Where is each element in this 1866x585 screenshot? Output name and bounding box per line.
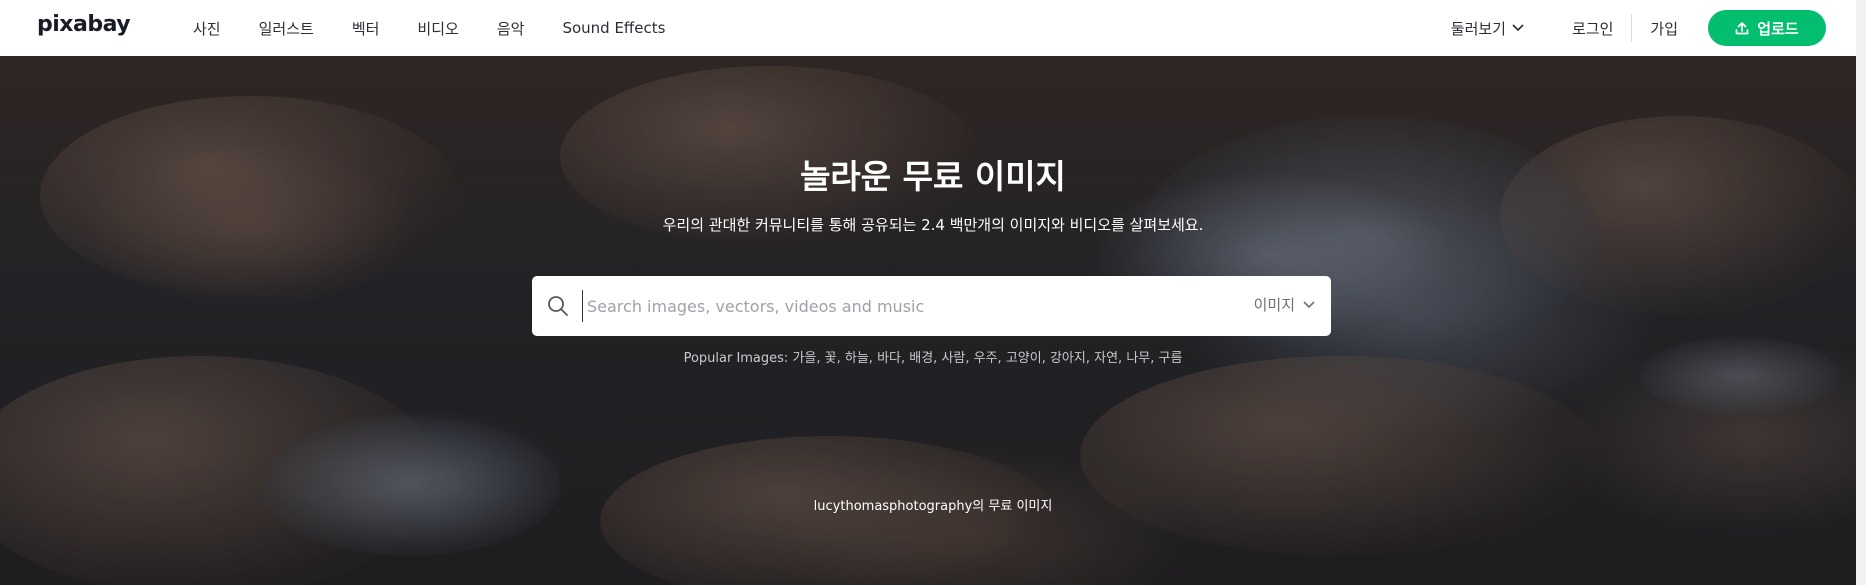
search-type-dropdown[interactable]: 이미지 [1254,294,1315,315]
pixabay-logo[interactable]: pixabay [37,12,131,37]
page-scrollbar[interactable] [1856,0,1866,585]
nav-illustrations[interactable]: 일러스트 [259,18,314,39]
login-link[interactable]: 로그인 [1572,18,1613,39]
explore-label: 둘러보기 [1450,19,1506,38]
nav-music[interactable]: 음악 [497,18,525,39]
popular-tag[interactable]: 바다 [877,351,901,366]
account-nav: 둘러보기 로그인 가입 업로드 [1451,0,1866,56]
upload-label: 업로드 [1757,19,1799,38]
hero-title: 놀라운 무료 이미지 [800,157,1066,196]
upload-button[interactable]: 업로드 [1708,10,1826,46]
image-credit[interactable]: lucythomasphotography의 무료 이미지 [0,495,1866,514]
main-nav: 사진 일러스트 벡터 비디오 음악 Sound Effects [193,0,703,56]
top-header: pixabay 사진 일러스트 벡터 비디오 음악 Sound Effects … [0,0,1866,56]
hero-subtitle: 우리의 관대한 커뮤니티를 통해 공유되는 2.4 백만개의 이미지와 비디오를… [662,216,1204,234]
nav-photos[interactable]: 사진 [193,18,221,39]
popular-tag[interactable]: 구름 [1159,351,1183,366]
signup-link[interactable]: 가입 [1650,18,1678,39]
popular-tag[interactable]: 자연 [1094,351,1118,366]
popular-tag[interactable]: 우주 [974,351,998,366]
nav-videos[interactable]: 비디오 [417,18,458,39]
chevron-down-icon [1512,24,1524,32]
popular-tag[interactable]: 하늘 [845,351,869,366]
popular-tag[interactable]: 강아지 [1050,351,1086,366]
nav-vectors[interactable]: 벡터 [352,18,380,39]
popular-tag[interactable]: 사람 [941,351,965,366]
search-bar: 이미지 [532,276,1331,336]
chevron-down-icon [1303,300,1315,308]
upload-icon [1735,22,1749,35]
popular-images: Popular Images: 가을, 꽃, 하늘, 바다, 배경, 사람, 우… [683,351,1183,366]
nav-divider [1631,14,1633,42]
popular-tag[interactable]: 배경 [909,351,933,366]
search-input[interactable] [582,290,1202,322]
popular-tag[interactable]: 고양이 [1006,351,1042,366]
popular-label: Popular Images: [683,351,789,366]
popular-tag[interactable]: 가을 [792,351,816,366]
nav-sound-effects[interactable]: Sound Effects [562,19,665,37]
search-type-label: 이미지 [1253,296,1295,314]
popular-tag[interactable]: 나무 [1126,351,1150,366]
popular-tag[interactable]: 꽃 [825,351,837,366]
explore-dropdown[interactable]: 둘러보기 [1451,18,1524,39]
search-icon[interactable] [546,294,570,318]
